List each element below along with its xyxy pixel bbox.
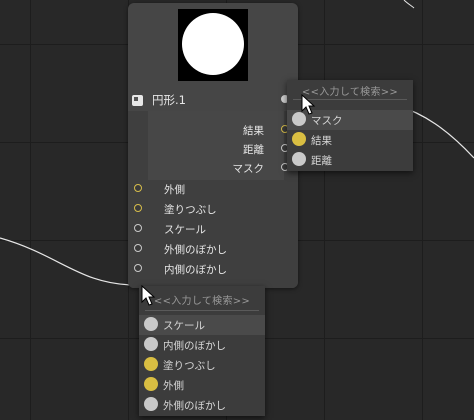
output-wire-short[interactable] [403,0,415,9]
output-item-label: 結果 [311,135,332,147]
input-item-inner-blur[interactable]: 内側のぼかし [139,335,265,355]
gray-socket-icon [144,337,158,351]
mouse-cursor-icon [301,94,316,115]
input-item-outer-blur[interactable]: 外側のぼかし [139,395,265,415]
input-socket-scale[interactable] [134,224,142,232]
gray-socket-icon [292,152,306,166]
gray-socket-icon [144,317,158,331]
yellow-socket-icon [144,377,158,391]
input-item-label: 内側のぼかし [163,340,226,352]
input-item-label: 外側のぼかし [163,400,226,412]
input-wire[interactable] [0,237,137,286]
output-label-result: 結果 [243,125,264,137]
popup-divider [145,310,259,311]
preview-circle-shape [182,13,244,75]
node-title: 円形.1 [152,93,186,107]
input-item-fill[interactable]: 塗りつぶし [139,355,265,375]
mouse-cursor-icon [141,285,156,306]
input-socket-inner-blur[interactable] [134,264,142,272]
input-label-outer-blur: 外側のぼかし [164,244,227,256]
node-preview [178,9,248,81]
input-item-label: 外側 [163,380,184,392]
gray-socket-icon [144,397,158,411]
output-label-mask: マスク [232,163,265,175]
node-header[interactable]: 円形.1 [128,89,298,111]
output-item-distance[interactable]: 距離 [287,150,413,170]
input-socket-outer[interactable] [134,184,142,192]
input-label-fill: 塗りつぶし [164,204,217,216]
input-socket-fill[interactable] [134,204,142,212]
input-picker-popup[interactable]: <<入力して検索>> スケール 内側のぼかし 塗りつぶし 外側 外側のぼかし [139,286,265,416]
output-label-distance: 距離 [243,144,264,156]
node-body: 結果 距離 マスク 外側 塗りつぶし スケール 外側のぼかし 内側のぼかし [128,111,298,288]
output-item-label: 距離 [311,155,332,167]
input-socket-outer-blur[interactable] [134,244,142,252]
input-item-outer[interactable]: 外側 [139,375,265,395]
input-item-scale[interactable]: スケール [139,315,265,335]
input-item-label: スケール [163,320,205,332]
input-label-scale: スケール [164,224,206,236]
circle-node[interactable]: 円形.1 結果 距離 マスク 外側 塗りつぶし スケール 外側のぼかし 内側のぼ… [128,3,298,288]
input-item-label: 塗りつぶし [163,360,216,372]
input-label-outer: 外側 [164,184,185,196]
output-item-result[interactable]: 結果 [287,130,413,150]
node-type-icon [132,95,143,106]
input-search-field[interactable]: <<入力して検索>> [139,292,265,307]
input-label-inner-blur: 内側のぼかし [164,264,227,276]
yellow-socket-icon [292,132,306,146]
yellow-socket-icon [144,357,158,371]
